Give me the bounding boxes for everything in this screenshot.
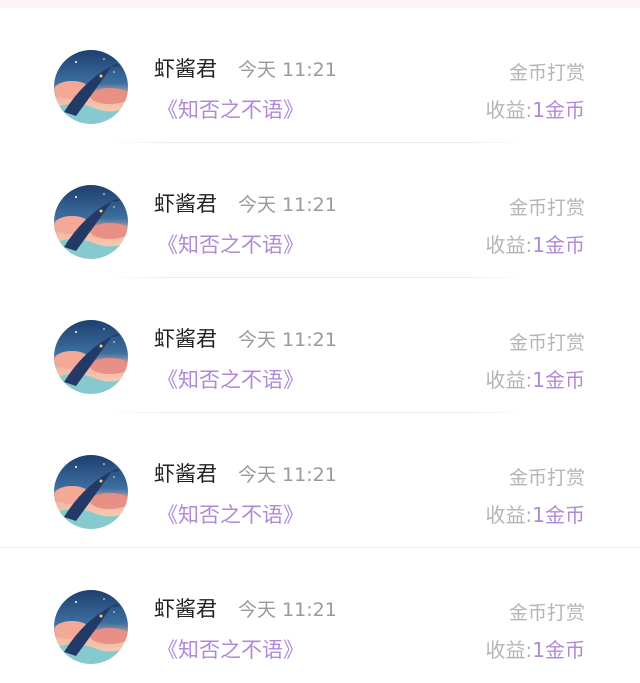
timestamp: 今天 11:21 [238,59,337,81]
income-label: 收益: [485,638,533,662]
book-title-link[interactable]: 《知否之不语》 [157,634,304,664]
income-label: 收益: [485,98,533,122]
reward-record-list: 虾酱君 今天 11:21 《知否之不语》 金币打赏 收益:1金币 虾酱君 今天 … [0,8,640,683]
user-avatar[interactable] [54,320,128,394]
income-value: 1金币 [532,368,585,392]
income-label: 收益: [485,233,533,257]
username[interactable]: 虾酱君 [154,593,217,623]
income-info: 收益:1金币 [486,229,585,258]
user-avatar[interactable] [54,590,128,664]
income-info: 收益:1金币 [486,364,585,393]
user-avatar[interactable] [54,455,128,529]
income-info: 收益:1金币 [486,634,585,663]
book-title-link[interactable]: 《知否之不语》 [157,94,304,124]
reward-record-item[interactable]: 虾酱君 今天 11:21 《知否之不语》 金币打赏 收益:1金币 [0,413,640,548]
income-label: 收益: [485,503,533,527]
income-value: 1金币 [532,503,585,527]
reward-record-item[interactable]: 虾酱君 今天 11:21 《知否之不语》 金币打赏 收益:1金币 [0,8,640,143]
timestamp: 今天 11:21 [238,599,337,621]
user-avatar[interactable] [54,185,128,259]
reward-type-label: 金币打赏 [508,62,585,84]
reward-type-label: 金币打赏 [508,467,585,489]
username[interactable]: 虾酱君 [154,458,217,488]
reward-type-label: 金币打赏 [508,602,585,624]
timestamp: 今天 11:21 [238,329,337,351]
reward-type-label: 金币打赏 [508,197,585,219]
timestamp: 今天 11:21 [238,464,337,486]
book-title-link[interactable]: 《知否之不语》 [157,229,304,259]
income-info: 收益:1金币 [486,94,585,123]
income-value: 1金币 [532,98,585,122]
income-value: 1金币 [532,638,585,662]
timestamp: 今天 11:21 [238,194,337,216]
book-title-link[interactable]: 《知否之不语》 [157,499,304,529]
username[interactable]: 虾酱君 [154,53,217,83]
income-label: 收益: [485,368,533,392]
user-avatar[interactable] [54,50,128,124]
reward-record-item[interactable]: 虾酱君 今天 11:21 《知否之不语》 金币打赏 收益:1金币 [0,143,640,278]
username[interactable]: 虾酱君 [154,323,217,353]
book-title-link[interactable]: 《知否之不语》 [157,364,304,394]
top-strip [0,0,640,8]
income-info: 收益:1金币 [486,499,585,528]
reward-record-item[interactable]: 虾酱君 今天 11:21 《知否之不语》 金币打赏 收益:1金币 [0,278,640,413]
username[interactable]: 虾酱君 [154,188,217,218]
income-value: 1金币 [532,233,585,257]
reward-type-label: 金币打赏 [508,332,585,354]
reward-record-item[interactable]: 虾酱君 今天 11:21 《知否之不语》 金币打赏 收益:1金币 [0,548,640,683]
